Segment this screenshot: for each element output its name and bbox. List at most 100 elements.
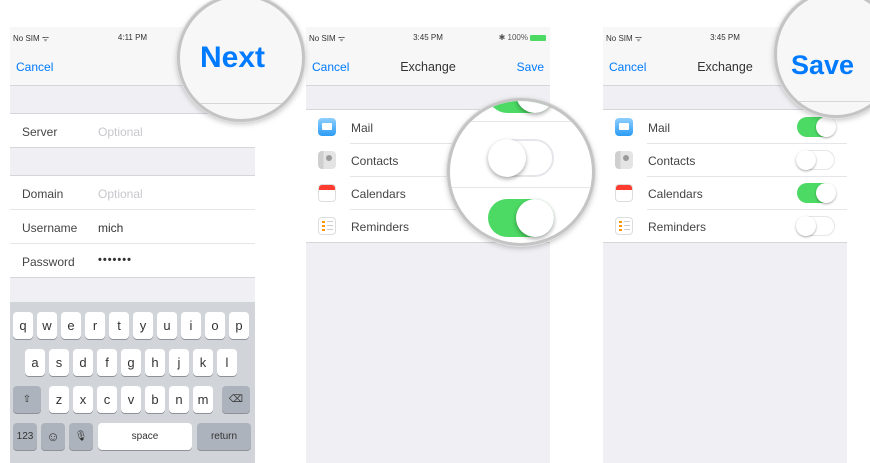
key[interactable]: c (97, 386, 117, 413)
key[interactable]: y (133, 312, 153, 339)
calendars-toggle[interactable] (797, 183, 836, 203)
next-button[interactable]: Next (200, 41, 265, 75)
key[interactable]: l (217, 349, 237, 376)
key[interactable]: j (169, 349, 189, 376)
battery-indicator: ✱ 100% (499, 33, 546, 42)
microphone-key[interactable]: 🎙 (69, 423, 93, 450)
return-key[interactable]: return (197, 423, 251, 450)
contacts-icon (615, 151, 633, 169)
credentials-group: Domain Optional Username mich Password •… (10, 175, 255, 278)
divider (180, 103, 302, 104)
service-label: Calendars (351, 187, 406, 201)
key[interactable]: i (181, 312, 201, 339)
key[interactable]: u (157, 312, 177, 339)
contacts-icon (318, 151, 336, 169)
key[interactable]: n (169, 386, 189, 413)
service-label: Reminders (351, 220, 410, 234)
toggle-knob (796, 215, 816, 236)
key[interactable]: s (49, 349, 69, 376)
battery-label: ✱ 100% (498, 33, 528, 42)
domain-label: Domain (22, 187, 64, 201)
key[interactable]: g (121, 349, 141, 376)
domain-field[interactable]: Domain Optional (10, 176, 255, 209)
magnifier-save: Save (774, 0, 870, 118)
key[interactable]: x (73, 386, 93, 413)
mail-toggle[interactable] (488, 101, 554, 113)
service-label: Contacts (648, 154, 696, 168)
calendar-icon (615, 184, 633, 202)
reminders-icon (318, 217, 336, 235)
service-label: Mail (648, 121, 671, 135)
password-field[interactable]: Password ••••••• (10, 243, 255, 277)
divider (777, 101, 870, 102)
toggle-knob (516, 199, 554, 237)
save-button[interactable]: Save (791, 50, 854, 81)
emoji-key[interactable]: ☺ (41, 423, 65, 450)
username-value[interactable]: mich (98, 221, 123, 235)
server-label: Server (22, 125, 58, 139)
contacts-toggle[interactable] (796, 149, 835, 170)
key[interactable]: b (145, 386, 165, 413)
server-group: Server Optional (10, 113, 255, 148)
password-value[interactable]: ••••••• (98, 254, 132, 266)
key[interactable]: e (61, 312, 81, 339)
key[interactable]: t (109, 312, 129, 339)
service-label: Contacts (351, 154, 399, 168)
calendar-icon (318, 184, 336, 202)
key[interactable]: z (49, 386, 69, 413)
magnifier-next: Next (177, 0, 305, 122)
service-row-contacts[interactable]: Contacts (603, 143, 847, 176)
delete-key[interactable]: ⌫ (222, 386, 250, 413)
save-button[interactable]: Save (517, 60, 544, 74)
service-row-reminders[interactable]: Reminders (603, 209, 847, 242)
service-label: Mail (351, 121, 374, 135)
username-field[interactable]: Username mich (10, 209, 255, 243)
space-key[interactable]: space (98, 423, 192, 450)
username-label: Username (22, 221, 78, 235)
server-placeholder[interactable]: Optional (98, 125, 143, 139)
password-label: Password (22, 255, 75, 269)
key[interactable]: k (193, 349, 213, 376)
toggle-knob (516, 101, 554, 113)
keyboard: q w e r t y u i o p a s d f g h j k l ⇧ … (10, 302, 255, 463)
toggle-knob (796, 149, 816, 170)
mail-icon (318, 118, 336, 136)
cancel-button[interactable]: Cancel (16, 60, 53, 74)
server-field[interactable]: Server Optional (10, 114, 255, 147)
key[interactable]: w (37, 312, 57, 339)
mail-icon (615, 118, 633, 136)
shift-key[interactable]: ⇧ (13, 386, 41, 413)
service-label: Reminders (648, 220, 707, 234)
page-title: Exchange (400, 60, 456, 74)
reminders-icon (615, 217, 633, 235)
toggle-knob (816, 183, 836, 203)
divider (450, 187, 592, 188)
key[interactable]: p (229, 312, 249, 339)
nav-bar: Cancel Exchange Save (306, 47, 550, 86)
calendars-toggle[interactable] (488, 199, 554, 237)
mail-toggle[interactable] (797, 117, 836, 137)
magnifier-toggles (447, 98, 595, 246)
key[interactable]: o (205, 312, 225, 339)
key[interactable]: a (25, 349, 45, 376)
divider (450, 121, 592, 122)
toggle-knob (488, 139, 526, 177)
key[interactable]: d (73, 349, 93, 376)
key[interactable]: f (97, 349, 117, 376)
service-label: Calendars (648, 187, 703, 201)
reminders-toggle[interactable] (796, 215, 835, 236)
key[interactable]: m (193, 386, 213, 413)
numbers-key[interactable]: 123 (13, 423, 37, 450)
service-row-calendars[interactable]: Calendars (603, 176, 847, 209)
key[interactable]: h (145, 349, 165, 376)
toggle-knob (816, 117, 836, 137)
contacts-toggle[interactable] (488, 139, 554, 177)
key[interactable]: v (121, 386, 141, 413)
key[interactable]: q (13, 312, 33, 339)
status-bar: No SIM ᯤ 3:45 PM ✱ 100% (306, 27, 550, 47)
services-list: Mail Contacts Calendars Reminders (603, 109, 847, 243)
key[interactable]: r (85, 312, 105, 339)
service-row-mail[interactable]: Mail (603, 110, 847, 143)
battery-icon (530, 34, 546, 41)
domain-placeholder[interactable]: Optional (98, 187, 143, 201)
